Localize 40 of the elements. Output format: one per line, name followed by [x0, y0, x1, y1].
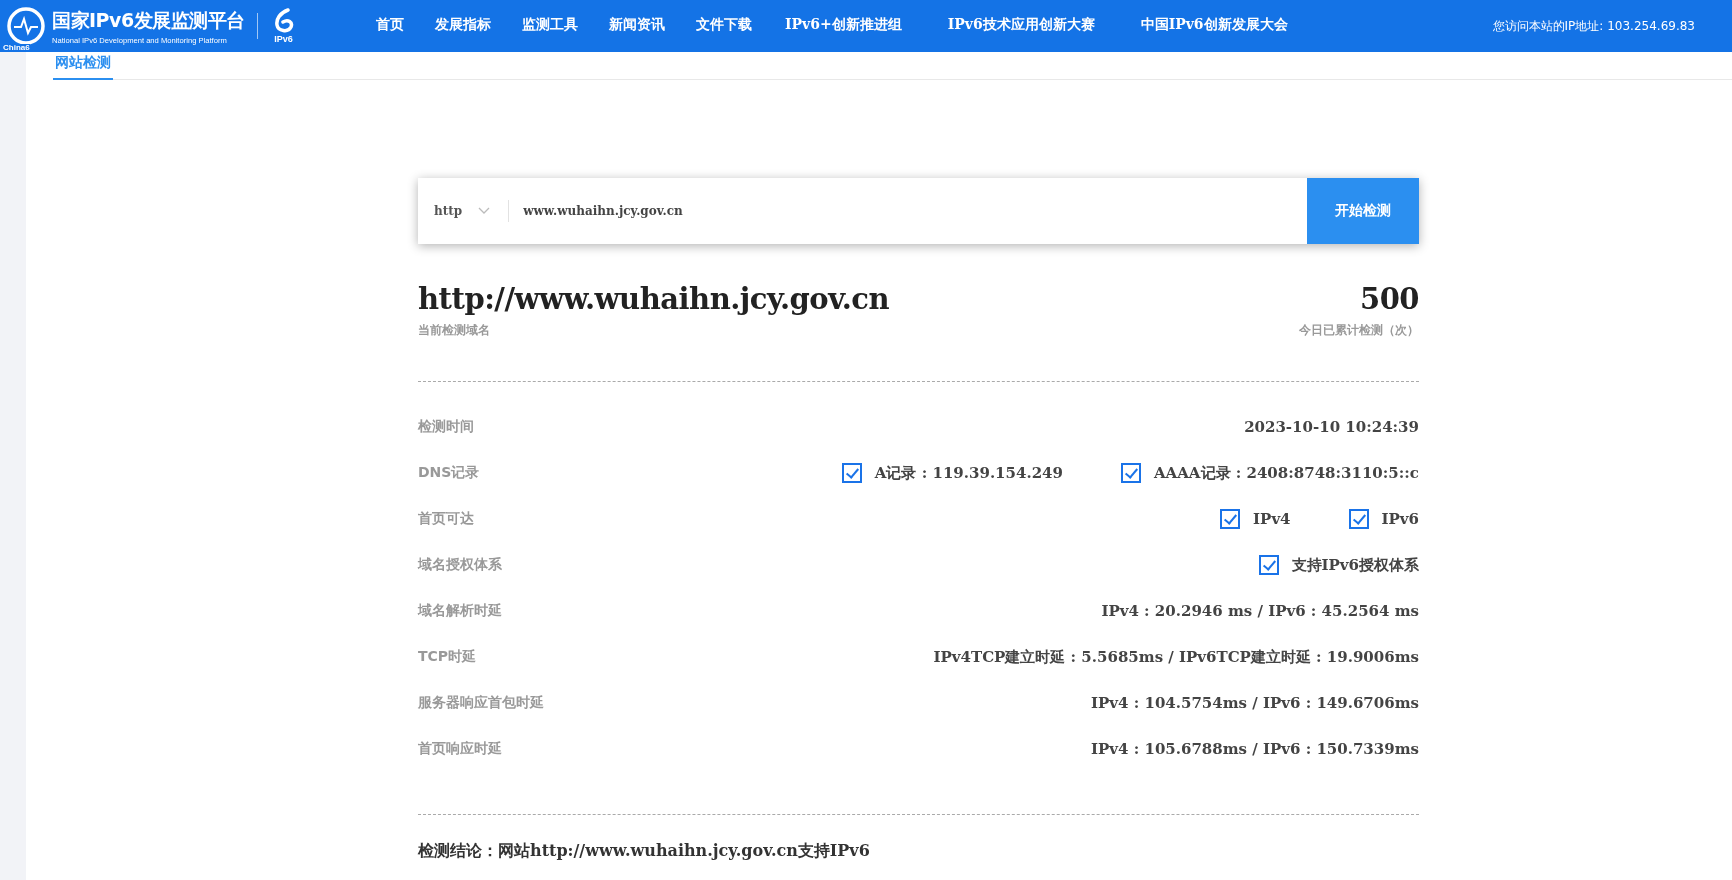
nav-link[interactable]: 文件下载 [696, 10, 752, 42]
row-label: DNS记录 [418, 464, 480, 482]
row-value: IPv4TCP建立时延 : 5.5685ms / IPv6TCP建立时延 : 19.9006ms [933, 647, 1419, 667]
site-title: 国家IPv6发展监测平台 [52, 7, 245, 33]
conclusion-text: 检测结论：网站http://www.wuhaihn.jcy.gov.cn支持IPv6 [418, 841, 871, 862]
row-label: TCP时延 [418, 648, 477, 666]
chevron-down-icon [478, 207, 491, 215]
row-value: IPv4 : 105.6788ms / IPv6 : 150.7339ms [1091, 740, 1419, 758]
nav-link[interactable]: 中国IPv6创新发展大会 [1140, 10, 1288, 42]
ip-address-notice: 您访问本站的IP地址: 103.254.69.83 [1492, 17, 1695, 35]
nav-link[interactable]: 发展指标 [435, 10, 491, 42]
row-label: 首页响应时延 [418, 740, 502, 758]
check-count: 500 [1358, 282, 1419, 316]
nav-link[interactable]: 新闻资讯 [609, 10, 665, 42]
nav-link[interactable]: IPv6+创新推进组 [785, 10, 902, 42]
badge-label: IPv6 [274, 34, 293, 44]
nav-link[interactable]: 监测工具 [522, 10, 578, 42]
check-label: IPv4 [1253, 510, 1291, 528]
domain-title: http://www.wuhaihn.jcy.gov.cn [418, 282, 889, 316]
nav-link[interactable]: 首页 [376, 10, 404, 42]
row-value: IPv4 : 104.5754ms / IPv6 : 149.6706ms [1091, 694, 1419, 712]
tab[interactable]: 网站检测 [53, 54, 113, 80]
row-label: 域名授权体系 [418, 556, 502, 574]
start-check-button[interactable]: 开始检测 [1307, 178, 1419, 244]
protocol-dropdown[interactable]: http [418, 204, 509, 218]
count-caption: 今日已累计检测（次） [1299, 322, 1419, 339]
check-label: AAAA记录 : 2408:8748:3110:5::c [1153, 463, 1419, 483]
logo-caption: China6 [3, 44, 30, 52]
check-label: IPv6 [1381, 510, 1419, 528]
row-value: 2023-10-10 10:24:39 [1244, 418, 1419, 436]
check-label: A记录 : 119.39.154.249 [874, 463, 1063, 483]
domain-caption: 当前检测域名 [418, 322, 491, 339]
row-label: 域名解析时延 [418, 602, 502, 620]
row-label: 服务器响应首包时延 [418, 694, 544, 712]
check-label: 支持IPv6授权体系 [1291, 555, 1419, 575]
pulse-logo-icon [6, 6, 46, 46]
row-value: IPv4 : 20.2946 ms / IPv6 : 45.2564 ms [1101, 602, 1419, 620]
nav-link[interactable]: IPv6技术应用创新大赛 [947, 10, 1095, 42]
row-label: 检测时间 [418, 418, 474, 436]
row-label: 首页可达 [418, 510, 474, 528]
